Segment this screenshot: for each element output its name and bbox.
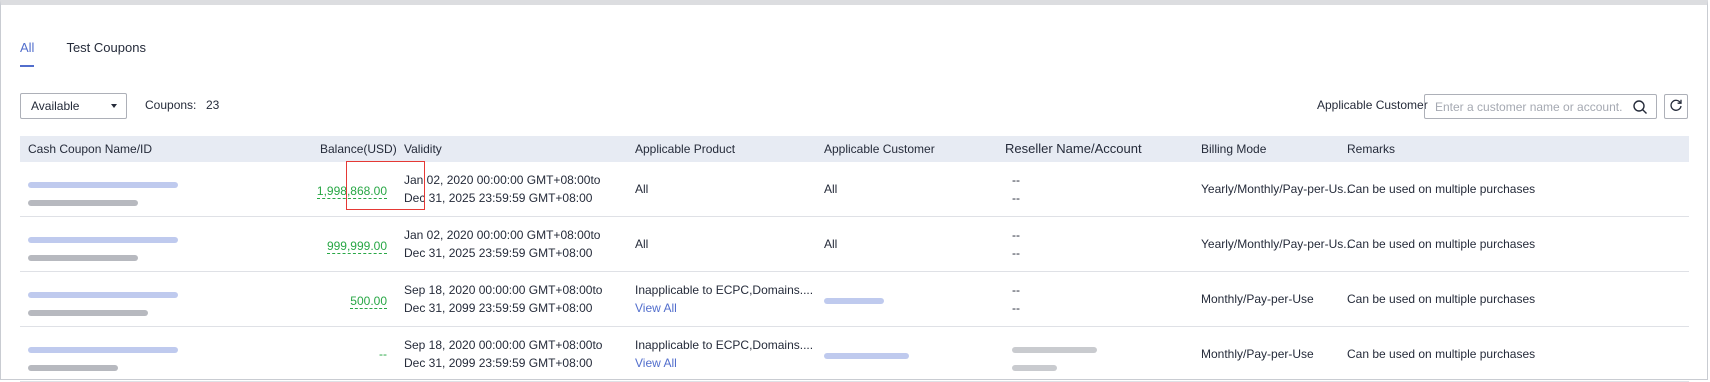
coupon-validity: Jan 02, 2020 00:00:00 GMT+08:00to Dec 31… (404, 173, 601, 205)
coupon-name-link[interactable] (28, 230, 178, 266)
coupon-product: Inapplicable to ECPC,Domains.... View Al… (635, 338, 814, 370)
table-row: -- Sep 18, 2020 00:00:00 GMT+08:00to Dec… (20, 327, 1689, 382)
customer-search (1424, 94, 1657, 119)
coupon-product: All (635, 237, 649, 251)
search-icon[interactable] (1632, 99, 1648, 118)
table-row: 999,999.00 Jan 02, 2020 00:00:00 GMT+08:… (20, 217, 1689, 272)
tab-all[interactable]: All (20, 40, 35, 67)
tab-bar: All Test Coupons (20, 40, 178, 67)
table-row: 500.00 Sep 18, 2020 00:00:00 GMT+08:00to… (20, 272, 1689, 327)
coupon-customer-link[interactable] (824, 346, 909, 364)
coupon-reseller: -- -- (1012, 283, 1020, 315)
coupons-label: Coupons: (145, 98, 197, 112)
coupon-remarks: Can be used on multiple purchases (1347, 237, 1536, 251)
header-reseller: Reseller Name/Account (1005, 141, 1142, 156)
view-all-link[interactable]: View All (635, 301, 677, 315)
coupon-billing: Monthly/Pay-per-Use (1201, 292, 1314, 306)
header-billing: Billing Mode (1201, 142, 1267, 156)
coupon-reseller: -- -- (1012, 173, 1020, 205)
coupon-reseller: -- -- (1012, 228, 1020, 260)
refresh-button[interactable] (1664, 94, 1688, 119)
coupon-validity: Sep 18, 2020 00:00:00 GMT+08:00to Dec 31… (404, 338, 603, 370)
coupon-remarks: Can be used on multiple purchases (1347, 292, 1536, 306)
status-select-value: Available (31, 99, 80, 113)
view-all-link[interactable]: View All (635, 356, 677, 370)
coupon-name-link[interactable] (28, 285, 178, 321)
coupon-reseller (1012, 340, 1097, 376)
header-customer: Applicable Customer (824, 142, 935, 156)
coupon-customer: All (824, 182, 838, 196)
coupon-remarks: Can be used on multiple purchases (1347, 182, 1536, 196)
coupon-product: Inapplicable to ECPC,Domains.... View Al… (635, 283, 814, 315)
header-remarks: Remarks (1347, 142, 1396, 156)
header-name: Cash Coupon Name/ID (28, 142, 153, 156)
coupon-name-link[interactable] (28, 340, 178, 376)
coupon-name-link[interactable] (28, 175, 178, 211)
coupon-product: All (635, 182, 649, 196)
status-select[interactable]: Available (20, 93, 127, 119)
balance-highlight-box (346, 161, 425, 210)
coupon-table: Cash Coupon Name/ID Balance(USD) Validit… (20, 136, 1689, 382)
table-row: 1,998,868.00 Jan 02, 2020 00:00:00 GMT+0… (20, 162, 1689, 217)
coupon-customer-link[interactable] (824, 291, 884, 309)
coupon-validity: Sep 18, 2020 00:00:00 GMT+08:00to Dec 31… (404, 283, 603, 315)
header-balance: Balance(USD) (320, 142, 397, 156)
refresh-icon (1669, 98, 1683, 115)
coupon-validity: Jan 02, 2020 00:00:00 GMT+08:00to Dec 31… (404, 228, 601, 260)
header-product: Applicable Product (635, 142, 736, 156)
coupon-customer: All (824, 237, 838, 251)
coupon-balance: -- (379, 347, 387, 361)
customer-search-input[interactable] (1425, 95, 1637, 119)
table-header: Cash Coupon Name/ID Balance(USD) Validit… (20, 136, 1689, 162)
coupon-billing: Yearly/Monthly/Pay-per-Us... (1201, 237, 1354, 251)
applicable-customer-label: Applicable Customer (1317, 98, 1428, 112)
coupon-balance[interactable]: 999,999.00 (326, 237, 387, 255)
coupon-balance[interactable]: 500.00 (350, 292, 387, 310)
coupon-billing: Yearly/Monthly/Pay-per-Us... (1201, 182, 1354, 196)
chevron-down-icon (111, 104, 117, 108)
tab-test-coupons[interactable]: Test Coupons (66, 40, 146, 67)
coupon-billing: Monthly/Pay-per-Use (1201, 347, 1314, 361)
header-validity: Validity (404, 142, 442, 156)
coupon-remarks: Can be used on multiple purchases (1347, 347, 1536, 361)
coupons-count: 23 (206, 98, 220, 112)
